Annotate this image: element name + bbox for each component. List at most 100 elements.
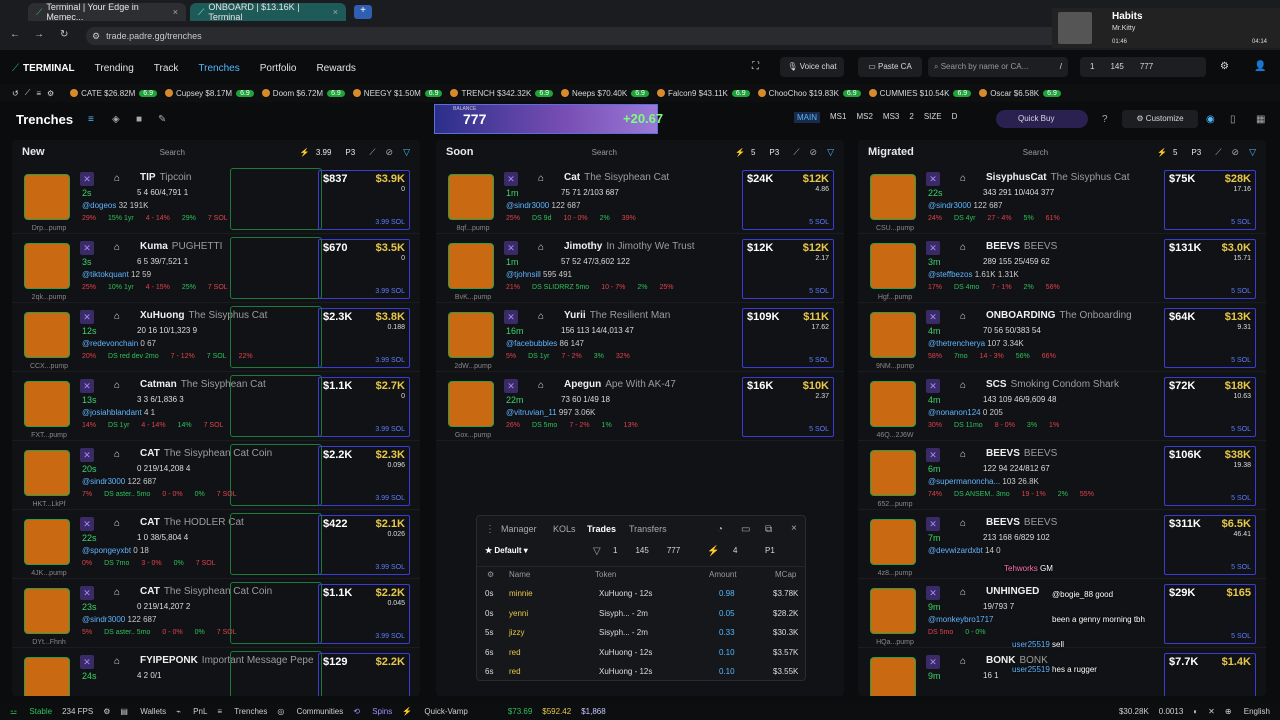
trade-row[interactable]: 0s minnie XuHuong - 12s 0.98 $3.78K xyxy=(477,584,805,603)
camera-icon[interactable]: ⌂ xyxy=(960,656,966,667)
token-image[interactable]: 8qf...pump xyxy=(448,174,494,232)
dev-icon[interactable]: ✕ xyxy=(80,448,94,462)
trade-token[interactable]: XuHuong - 12s xyxy=(599,667,652,676)
quick-buy-sol[interactable]: 5 SOL xyxy=(809,288,829,295)
trader-name[interactable]: yenni xyxy=(509,609,528,618)
camera-icon[interactable]: ⌂ xyxy=(114,449,120,460)
token-image[interactable]: DYt...Fhnh xyxy=(24,588,70,646)
wallet-selector[interactable]: 1 145 777 xyxy=(1080,57,1206,77)
camera-icon[interactable]: ⌂ xyxy=(960,380,966,391)
profile-icon[interactable]: 👤 xyxy=(1254,61,1266,72)
filter-icon[interactable]: ≡ xyxy=(36,89,41,98)
column-priority[interactable]: P3 xyxy=(345,148,355,157)
paste-ca-button[interactable]: ▭ Paste CA xyxy=(858,57,922,77)
language-selector[interactable]: ⊕ English xyxy=(1225,707,1270,716)
dev-icon[interactable]: ✕ xyxy=(80,586,94,600)
token-image[interactable]: FXT...pump xyxy=(24,381,70,439)
token-address[interactable]: FXT...pump xyxy=(21,432,77,439)
drag-handle-icon[interactable]: ⋮ xyxy=(485,524,495,535)
column-buy-amount[interactable]: 3.99 xyxy=(316,148,332,157)
size-toggle[interactable]: SIZE xyxy=(924,112,942,123)
token-name[interactable]: Apegun Ape With AK-47 xyxy=(564,379,676,390)
token-address[interactable]: 652...pump xyxy=(867,501,923,508)
token-card[interactable]: ✕ ⌂ FYIPEPONK Important Message Pepe 24s 4 2 … xyxy=(12,651,420,696)
token-card[interactable]: 4z8...pump ✕ ⌂ BEEVS BEEVS 7m 213 168 6/829 10… xyxy=(858,513,1266,579)
mode-count[interactable]: 2 xyxy=(909,112,913,123)
trade-token[interactable]: XuHuong - 12s xyxy=(599,648,652,657)
dev-handle-row[interactable]: @sindr3000 122 687 xyxy=(506,201,580,210)
token-address[interactable]: 8qf...pump xyxy=(445,225,501,232)
buy-box[interactable]: $16K $10K 2.37 5 SOL xyxy=(742,377,834,437)
token-image[interactable]: HQa...pump xyxy=(870,588,916,646)
dev-icon[interactable]: ✕ xyxy=(926,379,940,393)
token-card[interactable]: 8qf...pump ✕ ⌂ Cat The Sisyphean Cat 1m 75 71 … xyxy=(436,168,844,234)
dev-handle-row[interactable]: @spongeyxbt 0 18 xyxy=(82,546,149,555)
camera-icon[interactable]: ⌂ xyxy=(538,242,544,253)
token-image[interactable]: CCX...pump xyxy=(24,312,70,370)
nav-trenches[interactable]: Trenches xyxy=(198,63,239,74)
forward-icon[interactable]: → xyxy=(34,29,44,40)
trader-name[interactable]: jizzy xyxy=(509,628,525,637)
chart-icon[interactable]: ⟋ xyxy=(1215,147,1221,158)
token-image[interactable]: HKT...LkPf xyxy=(24,450,70,508)
quick-buy-sol[interactable]: 5 SOL xyxy=(809,426,829,433)
camera-icon[interactable]: ⌂ xyxy=(114,380,120,391)
lightning-icon[interactable]: ⚡ xyxy=(735,148,745,157)
dev-icon[interactable]: ✕ xyxy=(926,241,940,255)
token-address[interactable]: 2qk...pump xyxy=(21,294,77,301)
popout-icon[interactable]: ⧉ xyxy=(765,524,772,535)
token-address[interactable]: Drp...pump xyxy=(21,225,77,232)
tab-transfers[interactable]: Transfers xyxy=(629,524,667,534)
mute-icon[interactable]: ⊘ xyxy=(386,147,394,158)
token-card[interactable]: 2dW...pump ✕ ⌂ Yurii The Resilient Man 16m 156… xyxy=(436,306,844,372)
token-image[interactable]: CSU...pump xyxy=(870,174,916,232)
token-name[interactable]: Jimothy In Jimothy We Trust xyxy=(564,241,695,252)
ticker-item[interactable]: Falcon9 $43.11K 6.9 xyxy=(656,89,750,98)
close-tab-icon[interactable]: × xyxy=(173,7,178,17)
column-priority[interactable]: P3 xyxy=(769,148,779,157)
token-address[interactable]: 2dW...pump xyxy=(445,363,501,370)
back-icon[interactable]: ← xyxy=(10,29,20,40)
buy-box[interactable]: $131K $3.0K 15.71 5 SOL xyxy=(1164,239,1256,299)
mode-ms3[interactable]: MS3 xyxy=(883,112,899,123)
ticker-item[interactable]: Doom $6.72M 6.9 xyxy=(261,89,345,98)
tab-trades[interactable]: Trades xyxy=(587,524,616,534)
mode-ms1[interactable]: MS1 xyxy=(830,112,846,123)
dev-handle-row[interactable]: @devwizardxbt 14 0 xyxy=(928,546,1001,555)
buy-box[interactable]: $129 $2.2K xyxy=(318,653,410,696)
dev-handle-row[interactable]: @sindr3000 122 687 xyxy=(82,615,156,624)
token-address[interactable]: 46Q...2J6W xyxy=(867,432,923,439)
settings-icon[interactable]: ⚙ xyxy=(487,570,494,579)
token-card[interactable]: CSU...pump ✕ ⌂ SisyphusCat The Sisyphus Cat 2… xyxy=(858,168,1266,234)
ticker-item[interactable]: ChooChoo $19.83K 6.9 xyxy=(757,89,861,98)
quick-buy-sol[interactable]: 3.99 SOL xyxy=(375,357,405,364)
camera-icon[interactable]: ⌂ xyxy=(114,656,120,667)
token-card[interactable]: Gox...pump ✕ ⌂ Apegun Ape With AK-47 22m 73 60… xyxy=(436,375,844,441)
buy-box[interactable]: $12K $12K 2.17 5 SOL xyxy=(742,239,834,299)
dev-icon[interactable]: ✕ xyxy=(504,241,518,255)
column-buy-amount[interactable]: 5 xyxy=(751,148,755,157)
bell-icon[interactable]: ◔ xyxy=(717,524,723,535)
camera-icon[interactable]: ⌂ xyxy=(114,173,120,184)
token-name[interactable]: Yurii The Resilient Man xyxy=(564,310,670,321)
token-card[interactable]: FXT...pump ✕ ⌂ Catman The Sisyphean Cat 13s 3 … xyxy=(12,375,420,441)
dev-handle-row[interactable]: @tiktokquant 12 59 xyxy=(82,270,151,279)
dev-handle-row[interactable]: @sindr3000 122 687 xyxy=(82,477,156,486)
dev-handle-row[interactable]: @thetrencherya 107 3.34K xyxy=(928,339,1024,348)
trade-row[interactable]: 0s yenni Sisyph... - 2m 0.05 $28.2K xyxy=(477,604,805,623)
trader-name[interactable]: red xyxy=(509,667,521,676)
token-address[interactable]: BvK...pump xyxy=(445,294,501,301)
quick-buy-sol[interactable]: 5 SOL xyxy=(809,219,829,226)
camera-icon[interactable]: ⌂ xyxy=(114,518,120,529)
lightning-icon[interactable]: ⚡ xyxy=(300,148,310,157)
dev-icon[interactable]: ✕ xyxy=(504,310,518,324)
dev-icon[interactable]: ✕ xyxy=(926,172,940,186)
token-name[interactable]: CAT The HODLER Cat xyxy=(140,517,244,528)
browser-tab-terminal[interactable]: ⟋ Terminal | Your Edge in Memec... × xyxy=(28,2,186,22)
quick-buy-sol[interactable]: 5 SOL xyxy=(1231,357,1251,364)
token-image[interactable]: 4JK...pump xyxy=(24,519,70,577)
token-card[interactable]: HKT...LkPf ✕ ⌂ CAT The Sisyphean Cat Coin 20s… xyxy=(12,444,420,510)
token-address[interactable]: CSU...pump xyxy=(867,225,923,232)
ticker-item[interactable]: Cupsey $8.17M 6.9 xyxy=(165,89,254,98)
token-card[interactable]: 9NM...pump ✕ ⌂ ONBOARDING The Onboarding 4m 70… xyxy=(858,306,1266,372)
